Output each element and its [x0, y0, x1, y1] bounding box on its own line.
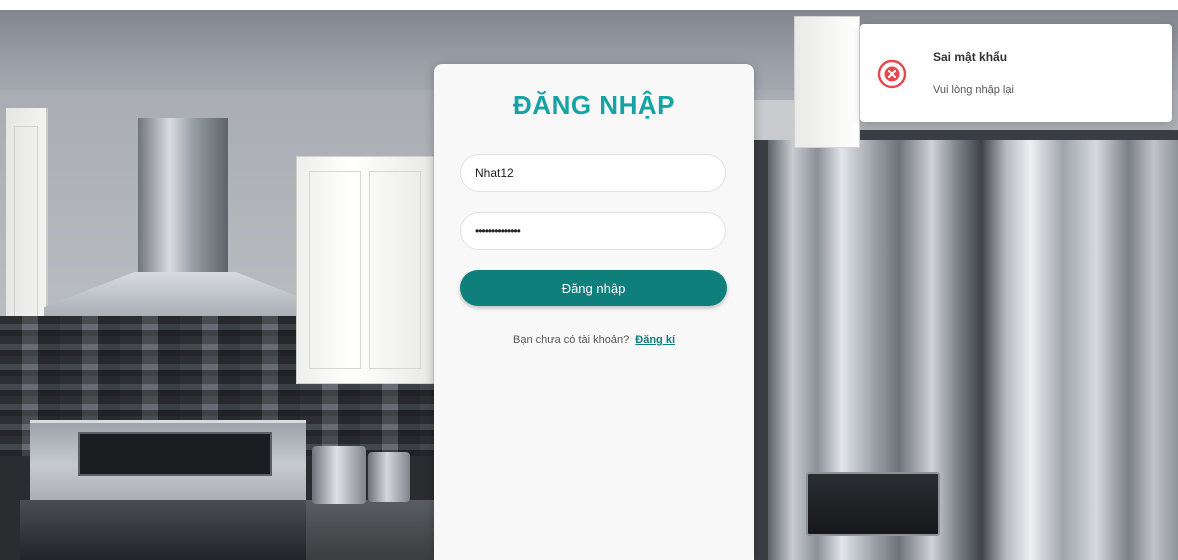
password-input[interactable]	[460, 212, 726, 250]
background-counter	[306, 500, 434, 560]
error-toast: Sai mật khẩu Vui lòng nhập lại	[860, 24, 1172, 122]
background-pot	[312, 446, 366, 504]
login-card: ĐĂNG NHẬP Đăng nhập Bạn chưa có tài khoả…	[434, 64, 754, 560]
signup-row: Bạn chưa có tài khoản? Đăng kí	[434, 334, 754, 346]
login-page: ĐĂNG NHẬP Đăng nhập Bạn chưa có tài khoả…	[0, 0, 1178, 560]
background-pot-small	[368, 452, 410, 502]
background-upper-cabinet	[794, 16, 860, 148]
background-oven-window	[78, 432, 272, 476]
signup-prompt: Bạn chưa có tài khoản?	[512, 334, 630, 346]
background-middle-cabinet	[296, 156, 434, 384]
toast-message: Vui lòng nhập lại	[933, 84, 1014, 96]
signup-link[interactable]: Đăng kí	[635, 334, 675, 346]
error-circle-x-icon	[877, 59, 907, 89]
background-fridge-display	[806, 472, 940, 536]
login-title: ĐĂNG NHẬP	[513, 90, 675, 120]
username-input[interactable]	[460, 154, 726, 192]
login-button[interactable]: Đăng nhập	[460, 270, 727, 306]
toast-title: Sai mật khẩu	[933, 50, 1008, 64]
background-stove-top	[20, 500, 320, 560]
background-top-edge	[0, 0, 1178, 10]
background-range-hood	[138, 118, 228, 278]
